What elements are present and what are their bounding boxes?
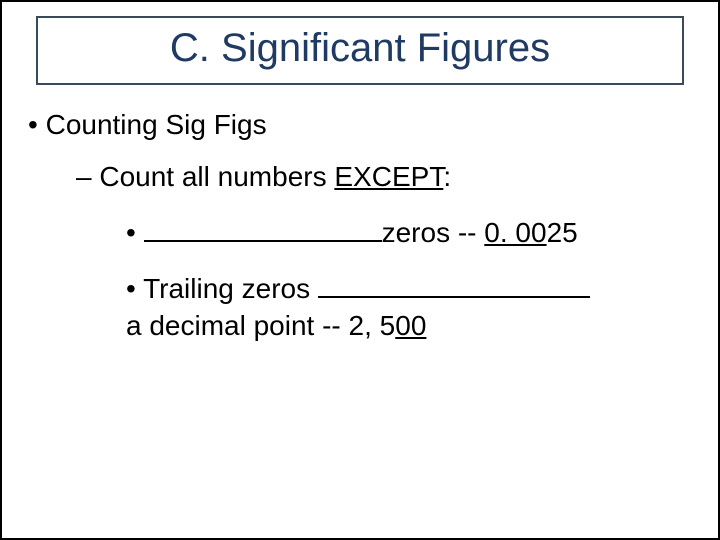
title-box: C. Significant Figures: [36, 16, 684, 85]
l3a-zeros: zeros --: [382, 217, 485, 248]
bullet-l1-text: Counting Sig Figs: [46, 109, 267, 140]
blank-trailing: [318, 272, 590, 299]
bullet-counting-sig-figs: Counting Sig Figs: [28, 109, 702, 141]
l3b-pre: Trailing zeros: [143, 273, 318, 304]
l2-except: EXCEPT: [334, 161, 443, 192]
slide-title: C. Significant Figures: [48, 26, 672, 71]
bullet-count-except: Count all numbers EXCEPT:: [76, 161, 702, 193]
l2-post: :: [443, 161, 451, 192]
slide: C. Significant Figures Counting Sig Figs…: [0, 0, 720, 540]
l3a-ex-underlined: 0. 00: [484, 217, 546, 248]
l3b-line2-pre: a decimal point -- 2, 5: [126, 310, 395, 341]
l2-pre: Count all numbers: [99, 161, 334, 192]
l3a-ex-tail: 25: [547, 217, 578, 248]
l3b-line2-underlined: 00: [395, 310, 426, 341]
blank-leading: [144, 215, 382, 242]
bullet-leading-zeros: zeros -- 0. 0025: [126, 215, 702, 251]
bullet-trailing-zeros: Trailing zeros a decimal point -- 2, 500: [126, 271, 702, 344]
